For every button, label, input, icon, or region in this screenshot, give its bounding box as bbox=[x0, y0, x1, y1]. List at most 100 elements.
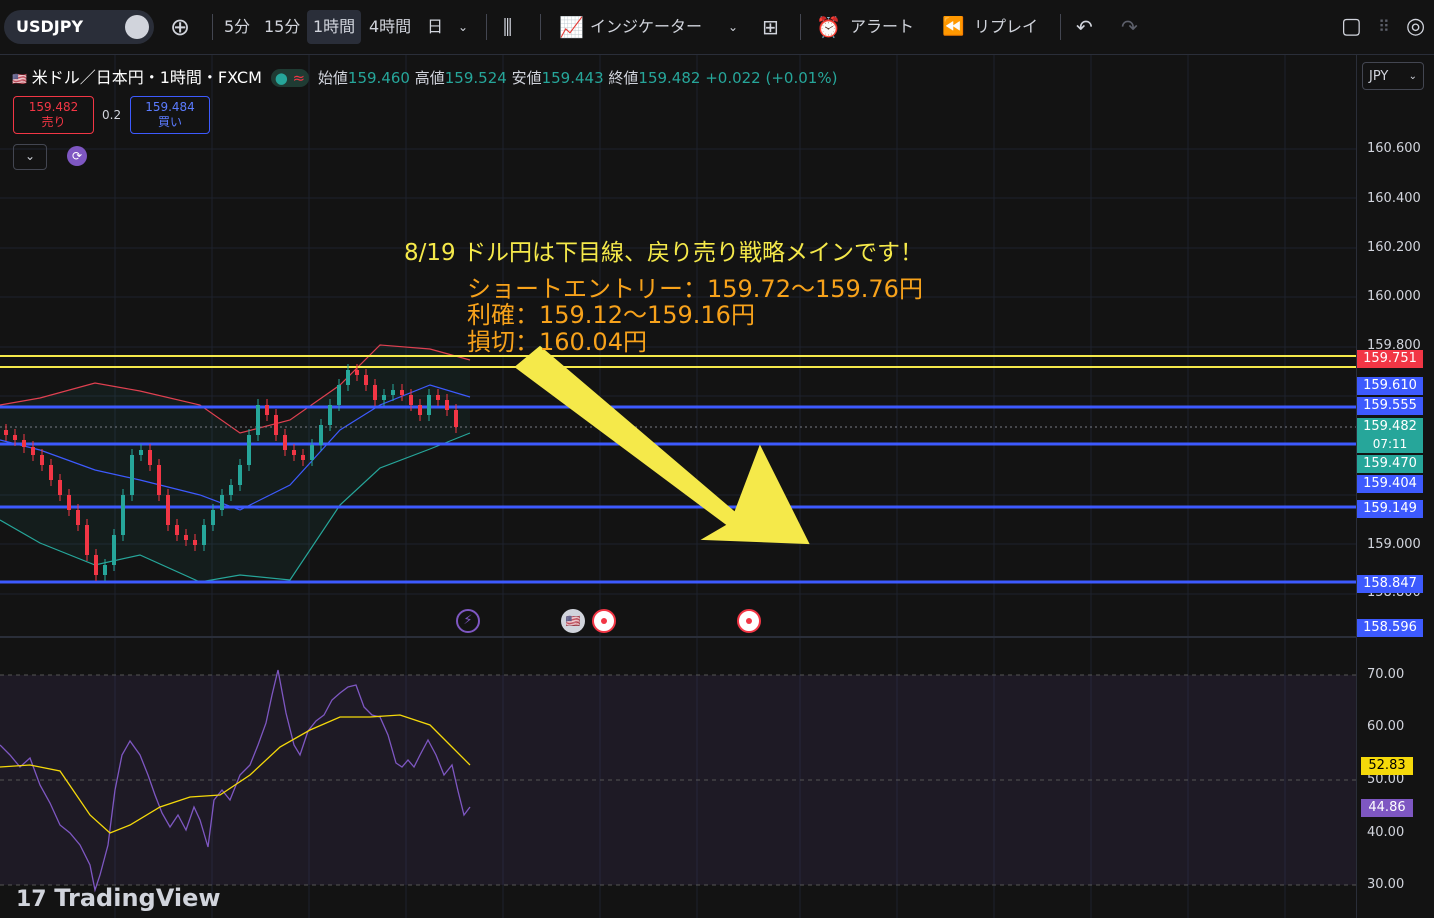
chevron-down-icon[interactable]: ⌄ bbox=[728, 10, 738, 44]
diamond-icon[interactable] bbox=[125, 15, 149, 39]
candle-body bbox=[112, 535, 116, 565]
candle-body bbox=[418, 405, 422, 415]
alarm-icon[interactable]: ⏰ bbox=[816, 10, 841, 44]
spread-value: 0.2 bbox=[102, 108, 122, 122]
price-tag: 158.596 bbox=[1357, 619, 1423, 637]
axis-tick: 159.000 bbox=[1367, 537, 1421, 552]
us-flag-event-icon[interactable]: 🇺🇸 bbox=[561, 609, 585, 633]
sell-button[interactable]: 159.482 売り bbox=[13, 96, 94, 134]
candle-body bbox=[355, 370, 359, 375]
lightning-icon[interactable]: ⚡ bbox=[456, 609, 480, 633]
candle-body bbox=[202, 525, 206, 545]
open-value: 159.460 bbox=[347, 69, 410, 87]
candle-body bbox=[211, 510, 215, 525]
price-tag: 159.610 bbox=[1357, 377, 1423, 395]
symbol-title[interactable]: 米ドル／日本円・1時間・FXCM bbox=[32, 68, 262, 87]
bollinger-band-fill bbox=[0, 345, 470, 582]
tf-4h[interactable]: 4時間 bbox=[369, 10, 411, 44]
high-value: 159.524 bbox=[444, 69, 507, 87]
rsi-tag: 44.86 bbox=[1361, 799, 1413, 817]
market-status-icon[interactable]: ● ≈ bbox=[270, 69, 310, 87]
axis-tick: 160.600 bbox=[1367, 141, 1421, 156]
candle-body bbox=[310, 445, 314, 460]
buy-button[interactable]: 159.484 買い bbox=[130, 96, 210, 134]
candle-body bbox=[292, 450, 296, 455]
candle-body bbox=[436, 395, 440, 400]
symbol-label: USDJPY bbox=[16, 17, 84, 36]
candle-body bbox=[391, 390, 395, 395]
axis-tick: 160.000 bbox=[1367, 289, 1421, 304]
symbol-search-button[interactable]: USDJPY bbox=[4, 10, 154, 44]
candle-body bbox=[67, 495, 71, 510]
change-value: +0.022 (+0.01%) bbox=[705, 69, 838, 87]
collapse-chevron-icon[interactable]: ⌄ bbox=[13, 144, 47, 170]
candle-body bbox=[31, 447, 35, 455]
candle-body bbox=[130, 455, 134, 495]
layout-grid-icon[interactable]: ⊞ bbox=[762, 10, 779, 44]
candle-body bbox=[193, 540, 197, 545]
indicators-icon[interactable]: 📈 bbox=[559, 10, 584, 44]
candle-body bbox=[328, 405, 332, 425]
candle-body bbox=[40, 455, 44, 465]
candle-body bbox=[265, 405, 269, 415]
price-tag: 159.404 bbox=[1357, 475, 1423, 493]
annotation-headline[interactable]: 8/19 ドル円は下目線、戻り売り戦略メインです！ bbox=[404, 233, 923, 267]
tf-1d[interactable]: 日 bbox=[427, 10, 443, 44]
camera-icon[interactable]: ◎ bbox=[1406, 10, 1425, 44]
price-axis[interactable]: 160.600 160.400 160.200 160.000 159.800 … bbox=[1356, 55, 1434, 918]
candle-body bbox=[445, 400, 449, 410]
add-symbol-icon[interactable]: ⊕ bbox=[170, 10, 190, 44]
sell-price: 159.482 bbox=[28, 100, 79, 114]
jp-flag-event-icon[interactable] bbox=[737, 609, 761, 633]
rsi-axis-tick: 60.00 bbox=[1367, 719, 1405, 734]
candle-body bbox=[247, 435, 251, 465]
candle-body bbox=[175, 525, 179, 535]
indicators-button[interactable]: インジケーター bbox=[590, 10, 702, 44]
candle-body bbox=[364, 375, 368, 385]
candle-body bbox=[58, 480, 62, 495]
candle-body bbox=[4, 430, 8, 435]
candle-body bbox=[373, 385, 377, 400]
price-tag: 159.470 bbox=[1357, 455, 1423, 473]
currency-select[interactable]: JPY ⌄ bbox=[1362, 62, 1424, 90]
candle-body bbox=[13, 435, 17, 440]
candle-body bbox=[274, 415, 278, 435]
candle-body bbox=[400, 390, 404, 395]
redo-icon[interactable]: ↷ bbox=[1121, 10, 1138, 44]
jp-flag-event-icon[interactable] bbox=[592, 609, 616, 633]
tf-15m[interactable]: 15分 bbox=[264, 10, 300, 44]
replay-button[interactable]: リプレイ bbox=[974, 10, 1038, 44]
close-label: 終値 bbox=[608, 69, 639, 87]
candle-body bbox=[22, 440, 26, 447]
drag-handle-icon[interactable]: ⠿ bbox=[1378, 10, 1390, 44]
low-value: 159.443 bbox=[541, 69, 604, 87]
price-tag: 159.555 bbox=[1357, 397, 1423, 415]
candle-body bbox=[454, 410, 458, 427]
candle-body bbox=[427, 395, 431, 415]
annotation-stop-loss[interactable]: 損切：160.04円 bbox=[467, 322, 647, 357]
candlestick-icon[interactable]: ⫼ bbox=[503, 10, 512, 44]
currency-label: JPY bbox=[1369, 69, 1389, 84]
chart-canvas[interactable] bbox=[0, 55, 1356, 918]
tf-1h[interactable]: 1時間 bbox=[307, 10, 362, 44]
undo-icon[interactable]: ↶ bbox=[1076, 10, 1093, 44]
candle-body bbox=[94, 555, 98, 575]
replay-icon[interactable]: ⏪ bbox=[942, 10, 964, 44]
chevron-down-icon[interactable]: ⌄ bbox=[458, 10, 468, 44]
fullscreen-icon[interactable]: ▢ bbox=[1341, 10, 1362, 44]
candle-body bbox=[319, 425, 323, 445]
price-tag: 158.847 bbox=[1357, 575, 1423, 593]
candle-body bbox=[139, 450, 143, 455]
tf-5m[interactable]: 5分 bbox=[224, 10, 250, 44]
candle-body bbox=[184, 535, 188, 540]
candle-body bbox=[121, 495, 125, 535]
alert-button[interactable]: アラート bbox=[850, 10, 914, 44]
sync-icon[interactable]: ⟳ bbox=[67, 146, 87, 166]
chevron-down-icon: ⌄ bbox=[1408, 71, 1417, 82]
sell-label: 売り bbox=[41, 115, 66, 129]
rsi-axis-tick: 70.00 bbox=[1367, 667, 1405, 682]
candle-body bbox=[148, 450, 152, 465]
buy-price: 159.484 bbox=[145, 100, 195, 114]
candle-body bbox=[157, 465, 161, 495]
candle-body bbox=[220, 495, 224, 510]
